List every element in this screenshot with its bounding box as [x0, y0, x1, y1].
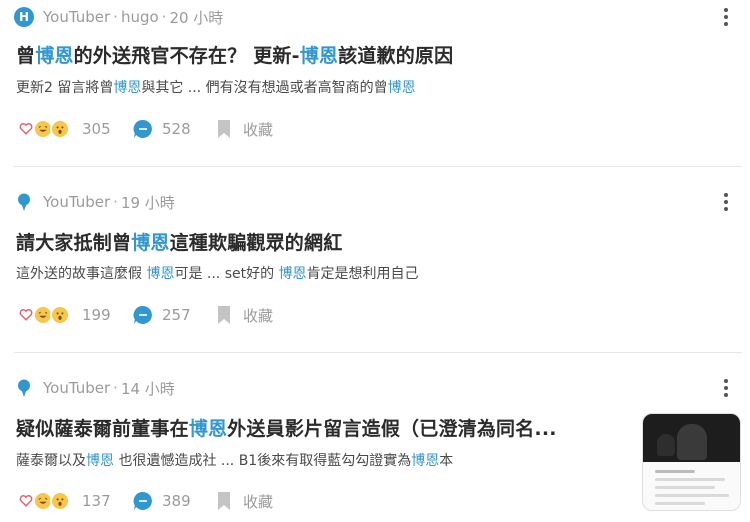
- post-title[interactable]: 曾博恩的外送飛官不存在？ 更新-博恩該道歉的原因: [16, 42, 616, 70]
- excerpt-highlight: 博恩: [387, 80, 416, 96]
- title-text: 外送員影片留言造假（已澄清為同名...: [227, 418, 557, 440]
- title-text: 這種欺騙觀眾的網紅: [169, 232, 343, 254]
- save-label[interactable]: 收藏: [243, 305, 273, 326]
- excerpt-highlight: 博恩: [411, 453, 440, 469]
- comment-bubble-icon[interactable]: [132, 118, 154, 140]
- save-label[interactable]: 收藏: [243, 491, 273, 512]
- title-text: 的外送飛官不存在？ 更新-: [73, 45, 300, 67]
- meta-separator: ·: [113, 8, 118, 26]
- excerpt-highlight: 博恩: [113, 80, 142, 96]
- bookmark-icon[interactable]: [216, 491, 232, 511]
- comment-count: 389: [162, 492, 191, 510]
- more-vertical-icon[interactable]: [716, 5, 736, 29]
- comment-count: 528: [162, 120, 191, 138]
- meta-separator: ·: [113, 379, 118, 397]
- excerpt-highlight: 博恩: [278, 266, 307, 282]
- forum-name[interactable]: YouTuber: [43, 8, 110, 26]
- excerpt-text: 可是 ... set好的: [174, 266, 279, 282]
- meta-separator: ·: [113, 193, 118, 211]
- excerpt-text: 本: [439, 453, 454, 469]
- excerpt-highlight: 博恩: [146, 266, 175, 282]
- title-highlight: 博恩: [299, 45, 339, 67]
- post-actions: 305 528 收藏: [16, 116, 273, 142]
- thumbnail-line: [655, 478, 725, 481]
- post-card[interactable]: H YouTuber · hugo · 20 小時 曾博恩的外送飛官不存在？ 更…: [0, 0, 750, 166]
- post-actions: 137 389 收藏: [16, 488, 273, 514]
- thumbnail-line: [655, 502, 705, 505]
- post-time: 14 小時: [120, 379, 175, 398]
- thumbnail-video-frame: [643, 414, 740, 462]
- reaction-count: 199: [82, 306, 111, 324]
- reaction-count: 305: [82, 120, 111, 138]
- post-excerpt: 這外送的故事這麼假 博恩可是 ... set好的 博恩肯定是想利用自己: [16, 264, 419, 284]
- title-highlight: 博恩: [131, 232, 170, 254]
- post-title[interactable]: 疑似薩泰爾前董事在博恩外送員影片留言造假（已澄清為同名...: [16, 415, 620, 443]
- thumbnail-line: [655, 470, 695, 473]
- excerpt-text: 這外送的故事這麼假: [16, 266, 147, 282]
- title-highlight: 博恩: [188, 418, 228, 440]
- post-excerpt: 薩泰爾以及博恩 也很遺憾造成社 ... B1後來有取得藍勾勾證實為博恩本: [16, 451, 453, 471]
- thumbnail-line: [655, 494, 729, 497]
- title-highlight: 博恩: [35, 45, 74, 67]
- post-thumbnail[interactable]: [642, 413, 741, 511]
- author-name[interactable]: hugo: [121, 8, 159, 26]
- excerpt-text: 更新2 留言將曾: [16, 80, 114, 96]
- title-text: 曾: [16, 45, 36, 67]
- excerpt-text: 肯定是想利用自己: [306, 266, 419, 282]
- comment-bubble-icon[interactable]: [132, 304, 154, 326]
- forum-name[interactable]: YouTuber: [43, 379, 110, 397]
- pin-icon: [18, 379, 30, 397]
- wow-reaction-icon: [50, 119, 70, 139]
- reaction-group[interactable]: [16, 304, 74, 326]
- excerpt-highlight: 博恩: [86, 453, 114, 469]
- bookmark-icon[interactable]: [216, 305, 232, 325]
- user-avatar: H: [14, 7, 34, 27]
- reaction-group[interactable]: [16, 490, 74, 512]
- more-vertical-icon[interactable]: [716, 376, 736, 400]
- comment-bubble-icon[interactable]: [132, 490, 154, 512]
- bookmark-icon[interactable]: [216, 119, 232, 139]
- more-vertical-icon[interactable]: [716, 190, 736, 214]
- post-card[interactable]: YouTuber · 19 小時 請大家抵制曾博恩這種欺騙觀眾的網紅 這外送的故…: [0, 167, 750, 352]
- title-text: 疑似薩泰爾前董事在: [16, 418, 189, 440]
- title-text: 該道歉的原因: [338, 45, 454, 67]
- post-meta: YouTuber · 14 小時: [14, 376, 175, 400]
- post-time: 20 小時: [169, 8, 224, 27]
- post-time: 19 小時: [120, 193, 175, 212]
- meta-separator: ·: [161, 8, 167, 26]
- reaction-group[interactable]: [16, 118, 74, 140]
- post-card[interactable]: YouTuber · 14 小時 疑似薩泰爾前董事在博恩外送員影片留言造假（已澄…: [0, 353, 750, 522]
- excerpt-text: 薩泰爾以及: [16, 453, 86, 469]
- post-excerpt: 更新2 留言將曾博恩與其它 ... 們有沒有想過或者高智商的曾博恩: [16, 78, 416, 98]
- post-meta: YouTuber · 19 小時: [14, 190, 175, 214]
- reaction-count: 137: [82, 492, 111, 510]
- forum-name[interactable]: YouTuber: [43, 193, 110, 211]
- post-meta: H YouTuber · hugo · 20 小時: [14, 5, 223, 29]
- wow-reaction-icon: [50, 491, 70, 511]
- wow-reaction-icon: [50, 305, 70, 325]
- pin-icon: [18, 193, 30, 211]
- thumbnail-line: [655, 486, 715, 489]
- title-text: 請大家抵制曾: [16, 232, 132, 254]
- excerpt-text: 也很遺憾造成社 ... B1後來有取得藍勾勾證實為: [114, 453, 412, 469]
- save-label[interactable]: 收藏: [243, 119, 273, 140]
- excerpt-text: 與其它 ... 們有沒有想過或者高智商的曾: [141, 80, 388, 96]
- post-actions: 199 257 收藏: [16, 302, 273, 328]
- comment-count: 257: [162, 306, 191, 324]
- post-title[interactable]: 請大家抵制曾博恩這種欺騙觀眾的網紅: [16, 229, 616, 257]
